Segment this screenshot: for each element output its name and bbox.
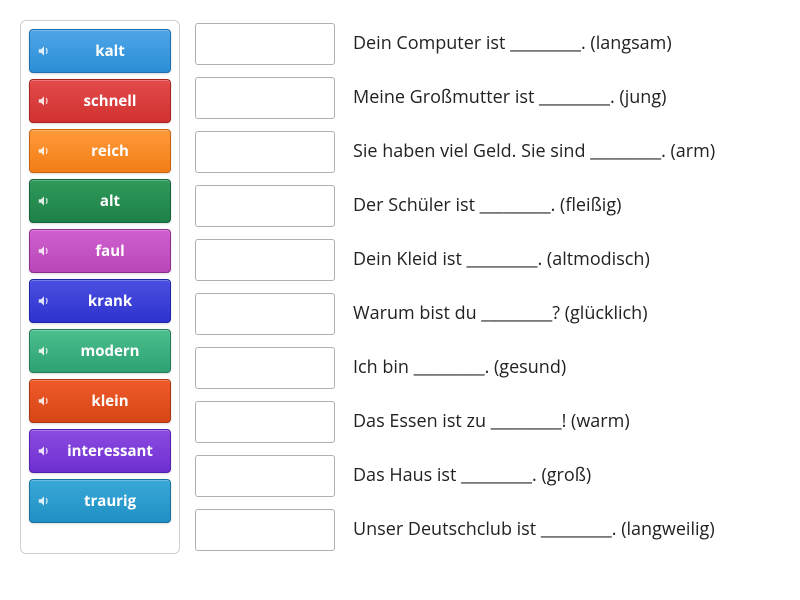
drop-zone-3[interactable] bbox=[195, 185, 335, 227]
drop-zone-7[interactable] bbox=[195, 401, 335, 443]
drop-zone-2[interactable] bbox=[195, 131, 335, 173]
word-tile-7[interactable]: klein bbox=[29, 379, 171, 423]
word-tile-label: schnell bbox=[58, 91, 170, 111]
words-panel: kalt schnell reich alt faul krank modern klein i… bbox=[20, 20, 180, 554]
sentence-row: Dein Kleid ist _________. (altmodisch) bbox=[195, 236, 780, 284]
word-tile-6[interactable]: modern bbox=[29, 329, 171, 373]
sound-icon[interactable] bbox=[30, 344, 58, 358]
sentence-text: Der Schüler ist _________. (fleißig) bbox=[353, 194, 621, 217]
drop-zone-6[interactable] bbox=[195, 347, 335, 389]
sentence-row: Das Essen ist zu _________! (warm) bbox=[195, 398, 780, 446]
word-tile-2[interactable]: reich bbox=[29, 129, 171, 173]
word-tile-8[interactable]: interessant bbox=[29, 429, 171, 473]
sentence-text: Das Essen ist zu _________! (warm) bbox=[353, 410, 630, 433]
sound-icon[interactable] bbox=[30, 394, 58, 408]
sound-icon[interactable] bbox=[30, 244, 58, 258]
word-tile-label: faul bbox=[58, 241, 170, 261]
drop-zone-8[interactable] bbox=[195, 455, 335, 497]
sentences-panel: Dein Computer ist _________. (langsam) Me… bbox=[195, 20, 780, 554]
sentence-text: Sie haben viel Geld. Sie sind _________.… bbox=[353, 140, 715, 163]
sound-icon[interactable] bbox=[30, 444, 58, 458]
sentence-row: Dein Computer ist _________. (langsam) bbox=[195, 20, 780, 68]
word-tile-9[interactable]: traurig bbox=[29, 479, 171, 523]
word-tile-4[interactable]: faul bbox=[29, 229, 171, 273]
sentence-row: Das Haus ist _________. (groß) bbox=[195, 452, 780, 500]
word-tile-5[interactable]: krank bbox=[29, 279, 171, 323]
drop-zone-9[interactable] bbox=[195, 509, 335, 551]
drop-zone-0[interactable] bbox=[195, 23, 335, 65]
sentence-row: Unser Deutschclub ist _________. (langwe… bbox=[195, 506, 780, 554]
sentence-row: Sie haben viel Geld. Sie sind _________.… bbox=[195, 128, 780, 176]
word-tile-label: alt bbox=[58, 191, 170, 211]
sentence-row: Meine Großmutter ist _________. (jung) bbox=[195, 74, 780, 122]
sound-icon[interactable] bbox=[30, 144, 58, 158]
drop-zone-1[interactable] bbox=[195, 77, 335, 119]
sound-icon[interactable] bbox=[30, 294, 58, 308]
word-tile-0[interactable]: kalt bbox=[29, 29, 171, 73]
sound-icon[interactable] bbox=[30, 194, 58, 208]
word-tile-label: krank bbox=[58, 291, 170, 311]
sentence-row: Warum bist du _________? (glücklich) bbox=[195, 290, 780, 338]
sentence-text: Unser Deutschclub ist _________. (langwe… bbox=[353, 518, 715, 541]
word-tile-label: interessant bbox=[58, 441, 170, 461]
word-tile-label: modern bbox=[58, 341, 170, 361]
word-tile-label: klein bbox=[58, 391, 170, 411]
sentence-row: Der Schüler ist _________. (fleißig) bbox=[195, 182, 780, 230]
word-tile-label: traurig bbox=[58, 491, 170, 511]
sentence-text: Ich bin _________. (gesund) bbox=[353, 356, 566, 379]
sentence-text: Dein Kleid ist _________. (altmodisch) bbox=[353, 248, 650, 271]
drop-zone-5[interactable] bbox=[195, 293, 335, 335]
word-tile-label: kalt bbox=[58, 41, 170, 61]
word-tile-1[interactable]: schnell bbox=[29, 79, 171, 123]
sentence-text: Warum bist du _________? (glücklich) bbox=[353, 302, 648, 325]
sentence-row: Ich bin _________. (gesund) bbox=[195, 344, 780, 392]
word-tile-label: reich bbox=[58, 141, 170, 161]
sentence-text: Dein Computer ist _________. (langsam) bbox=[353, 32, 672, 55]
sentence-text: Meine Großmutter ist _________. (jung) bbox=[353, 86, 666, 109]
word-tile-3[interactable]: alt bbox=[29, 179, 171, 223]
sound-icon[interactable] bbox=[30, 44, 58, 58]
sound-icon[interactable] bbox=[30, 94, 58, 108]
sentence-text: Das Haus ist _________. (groß) bbox=[353, 464, 591, 487]
drop-zone-4[interactable] bbox=[195, 239, 335, 281]
sound-icon[interactable] bbox=[30, 494, 58, 508]
